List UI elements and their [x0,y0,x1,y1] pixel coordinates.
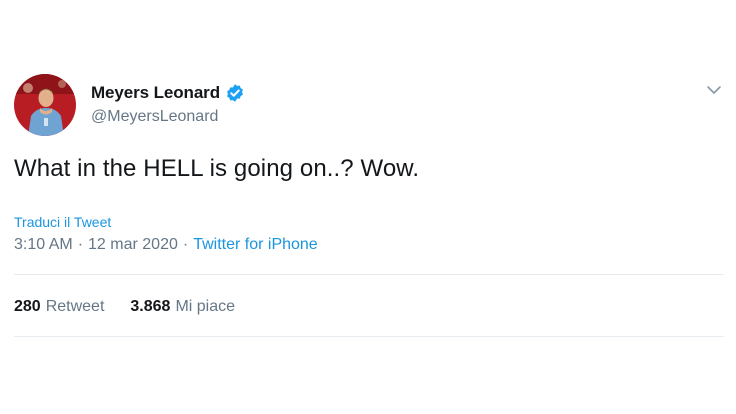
tweet-meta: 3:10 AM · 12 mar 2020 · Twitter for iPho… [14,236,318,254]
author-name-row[interactable]: Meyers Leonard [91,83,245,103]
translate-tweet-link[interactable]: Traduci il Tweet [14,214,111,230]
meta-separator: · [77,236,84,253]
likes-count: 3.868 [130,298,171,315]
divider [14,336,724,337]
avatar-photo [14,74,76,136]
user-handle[interactable]: @MeyersLeonard [91,108,218,126]
likes-label: Mi piace [175,298,236,315]
avatar[interactable] [14,74,76,136]
retweets-stat[interactable]: 280 Retweet [14,298,104,316]
tweet-text: What in the HELL is going on..? Wow. [14,155,420,182]
retweets-label: Retweet [45,298,105,315]
divider [14,274,724,275]
tweet-source-link[interactable]: Twitter for iPhone [193,236,318,254]
tweet-stats: 280 Retweet 3.868 Mi piace [14,298,235,316]
tweet-time[interactable]: 3:10 AM [14,236,73,254]
likes-stat[interactable]: 3.868 Mi piace [130,298,235,316]
tweet-date[interactable]: 12 mar 2020 [88,236,178,254]
chevron-down-icon[interactable] [704,82,724,98]
display-name[interactable]: Meyers Leonard [91,83,220,103]
tweet-card: Meyers Leonard @MeyersLeonard What in th… [0,0,736,414]
verified-badge-icon [225,83,245,103]
retweets-count: 280 [14,298,41,315]
meta-separator: · [182,236,189,253]
